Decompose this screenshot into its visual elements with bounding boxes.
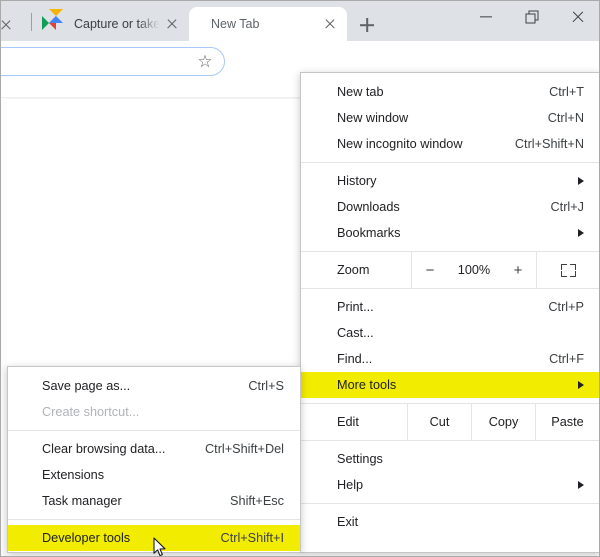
menu-item-shortcut: Ctrl+Shift+I (220, 531, 284, 545)
minimize-window-button[interactable] (463, 1, 509, 33)
menu-item-shortcut: Ctrl+F (549, 352, 584, 366)
menu-item-new-window[interactable]: New window Ctrl+N (301, 105, 599, 131)
menu-edit-row: Edit Cut Copy Paste (301, 403, 599, 441)
fullscreen-button[interactable] (537, 252, 599, 288)
menu-item-label: Help (337, 478, 364, 492)
menu-item-shortcut: Ctrl+S (248, 379, 284, 393)
menu-item-shortcut: Ctrl+Shift+Del (205, 442, 284, 456)
menu-item-label: Save page as... (42, 379, 131, 393)
tab-strip: Capture or take New Tab (1, 1, 599, 41)
menu-separator (301, 503, 599, 504)
menu-item-print[interactable]: Print... Ctrl+P (301, 294, 599, 320)
menu-item-history[interactable]: History (301, 168, 599, 194)
submenu-item-extensions[interactable]: Extensions (8, 462, 300, 488)
tab-new-tab[interactable]: New Tab (189, 7, 347, 41)
menu-item-label: More tools (337, 378, 397, 392)
menu-item-shortcut: Ctrl+J (550, 200, 584, 214)
chevron-right-icon (578, 481, 584, 489)
close-tab-icon[interactable] (163, 15, 181, 33)
close-tab-icon[interactable] (321, 15, 339, 33)
menu-item-label: New tab (337, 85, 384, 99)
menu-item-label: Find... (337, 352, 373, 366)
menu-item-bookmarks[interactable]: Bookmarks (301, 220, 599, 246)
submenu-item-save-page-as[interactable]: Save page as... Ctrl+S (8, 373, 300, 399)
menu-item-shortcut: Ctrl+P (548, 300, 584, 314)
zoom-controls: − 100% + (411, 252, 537, 288)
menu-item-shortcut: Ctrl+N (547, 111, 584, 125)
tab-title: New Tab (211, 17, 260, 31)
close-window-button[interactable] (555, 1, 599, 33)
address-bar[interactable]: ☆ (1, 47, 225, 76)
restore-window-button[interactable] (509, 1, 555, 33)
submenu-item-clear-browsing-data[interactable]: Clear browsing data... Ctrl+Shift+Del (8, 436, 300, 462)
chevron-right-icon (578, 229, 584, 237)
edit-paste-button[interactable]: Paste (535, 404, 599, 440)
menu-item-label: Downloads (337, 200, 400, 214)
menu-item-find[interactable]: Find... Ctrl+F (301, 346, 599, 372)
menu-item-shortcut: Shift+Esc (230, 494, 284, 508)
chevron-right-icon (578, 177, 584, 185)
submenu-item-create-shortcut: Create shortcut... (8, 399, 300, 425)
edit-cut-button[interactable]: Cut (407, 404, 471, 440)
submenu-item-task-manager[interactable]: Task manager Shift+Esc (8, 488, 300, 514)
zoom-out-button[interactable]: − (421, 263, 439, 278)
menu-item-cast[interactable]: Cast... (301, 320, 599, 346)
menu-item-label: New incognito window (337, 137, 463, 151)
menu-item-label: Exit (337, 515, 359, 529)
menu-item-label: Clear browsing data... (42, 442, 166, 456)
chrome-main-menu: New tab Ctrl+T New window Ctrl+N New inc… (300, 72, 599, 553)
submenu-item-developer-tools[interactable]: Developer tools Ctrl+Shift+I (8, 525, 300, 551)
browser-window: Capture or take New Tab ☆ G (0, 0, 600, 557)
menu-item-shortcut: Ctrl+Shift+N (514, 137, 584, 151)
close-tab-icon[interactable] (1, 16, 15, 34)
tab-title: Capture or take (74, 17, 161, 31)
menu-item-shortcut: Ctrl+T (549, 85, 584, 99)
tab-capture-or-take[interactable]: Capture or take (39, 7, 189, 41)
menu-separator (8, 519, 300, 520)
tab-previous-partial[interactable] (1, 7, 15, 41)
menu-item-label: Bookmarks (337, 226, 401, 240)
photos-diamond-icon (42, 9, 65, 32)
menu-item-label: Settings (337, 452, 383, 466)
menu-separator (301, 162, 599, 163)
menu-zoom-row: Zoom − 100% + (301, 251, 599, 289)
menu-item-new-tab[interactable]: New tab Ctrl+T (301, 79, 599, 105)
menu-item-downloads[interactable]: Downloads Ctrl+J (301, 194, 599, 220)
zoom-label: Zoom (337, 263, 370, 277)
menu-item-exit[interactable]: Exit (301, 509, 599, 535)
close-icon (570, 9, 586, 25)
menu-item-new-incognito-window[interactable]: New incognito window Ctrl+Shift+N (301, 131, 599, 157)
menu-item-label: Task manager (42, 494, 122, 508)
restore-icon (525, 10, 539, 24)
menu-separator (8, 430, 300, 431)
menu-item-label: History (337, 174, 377, 188)
bookmark-star-icon[interactable]: ☆ (196, 53, 214, 71)
menu-item-label: Developer tools (42, 531, 131, 545)
edit-copy-button[interactable]: Copy (471, 404, 535, 440)
more-tools-submenu: Save page as... Ctrl+S Create shortcut..… (7, 366, 301, 553)
fullscreen-icon (560, 263, 576, 277)
menu-item-label: Extensions (42, 468, 105, 482)
edit-label: Edit (337, 415, 359, 429)
zoom-in-button[interactable]: + (509, 263, 527, 278)
menu-item-help[interactable]: Help (301, 472, 599, 498)
new-tab-plus-icon[interactable] (353, 11, 381, 39)
tab-divider (31, 13, 32, 31)
menu-item-label: New window (337, 111, 409, 125)
menu-item-label: Create shortcut... (42, 405, 140, 419)
chevron-right-icon (578, 381, 584, 389)
zoom-level-value: 100% (457, 263, 491, 277)
menu-item-label: Cast... (337, 326, 374, 340)
menu-item-more-tools[interactable]: More tools (301, 372, 599, 398)
menu-item-label: Print... (337, 300, 374, 314)
menu-item-settings[interactable]: Settings (301, 446, 599, 472)
